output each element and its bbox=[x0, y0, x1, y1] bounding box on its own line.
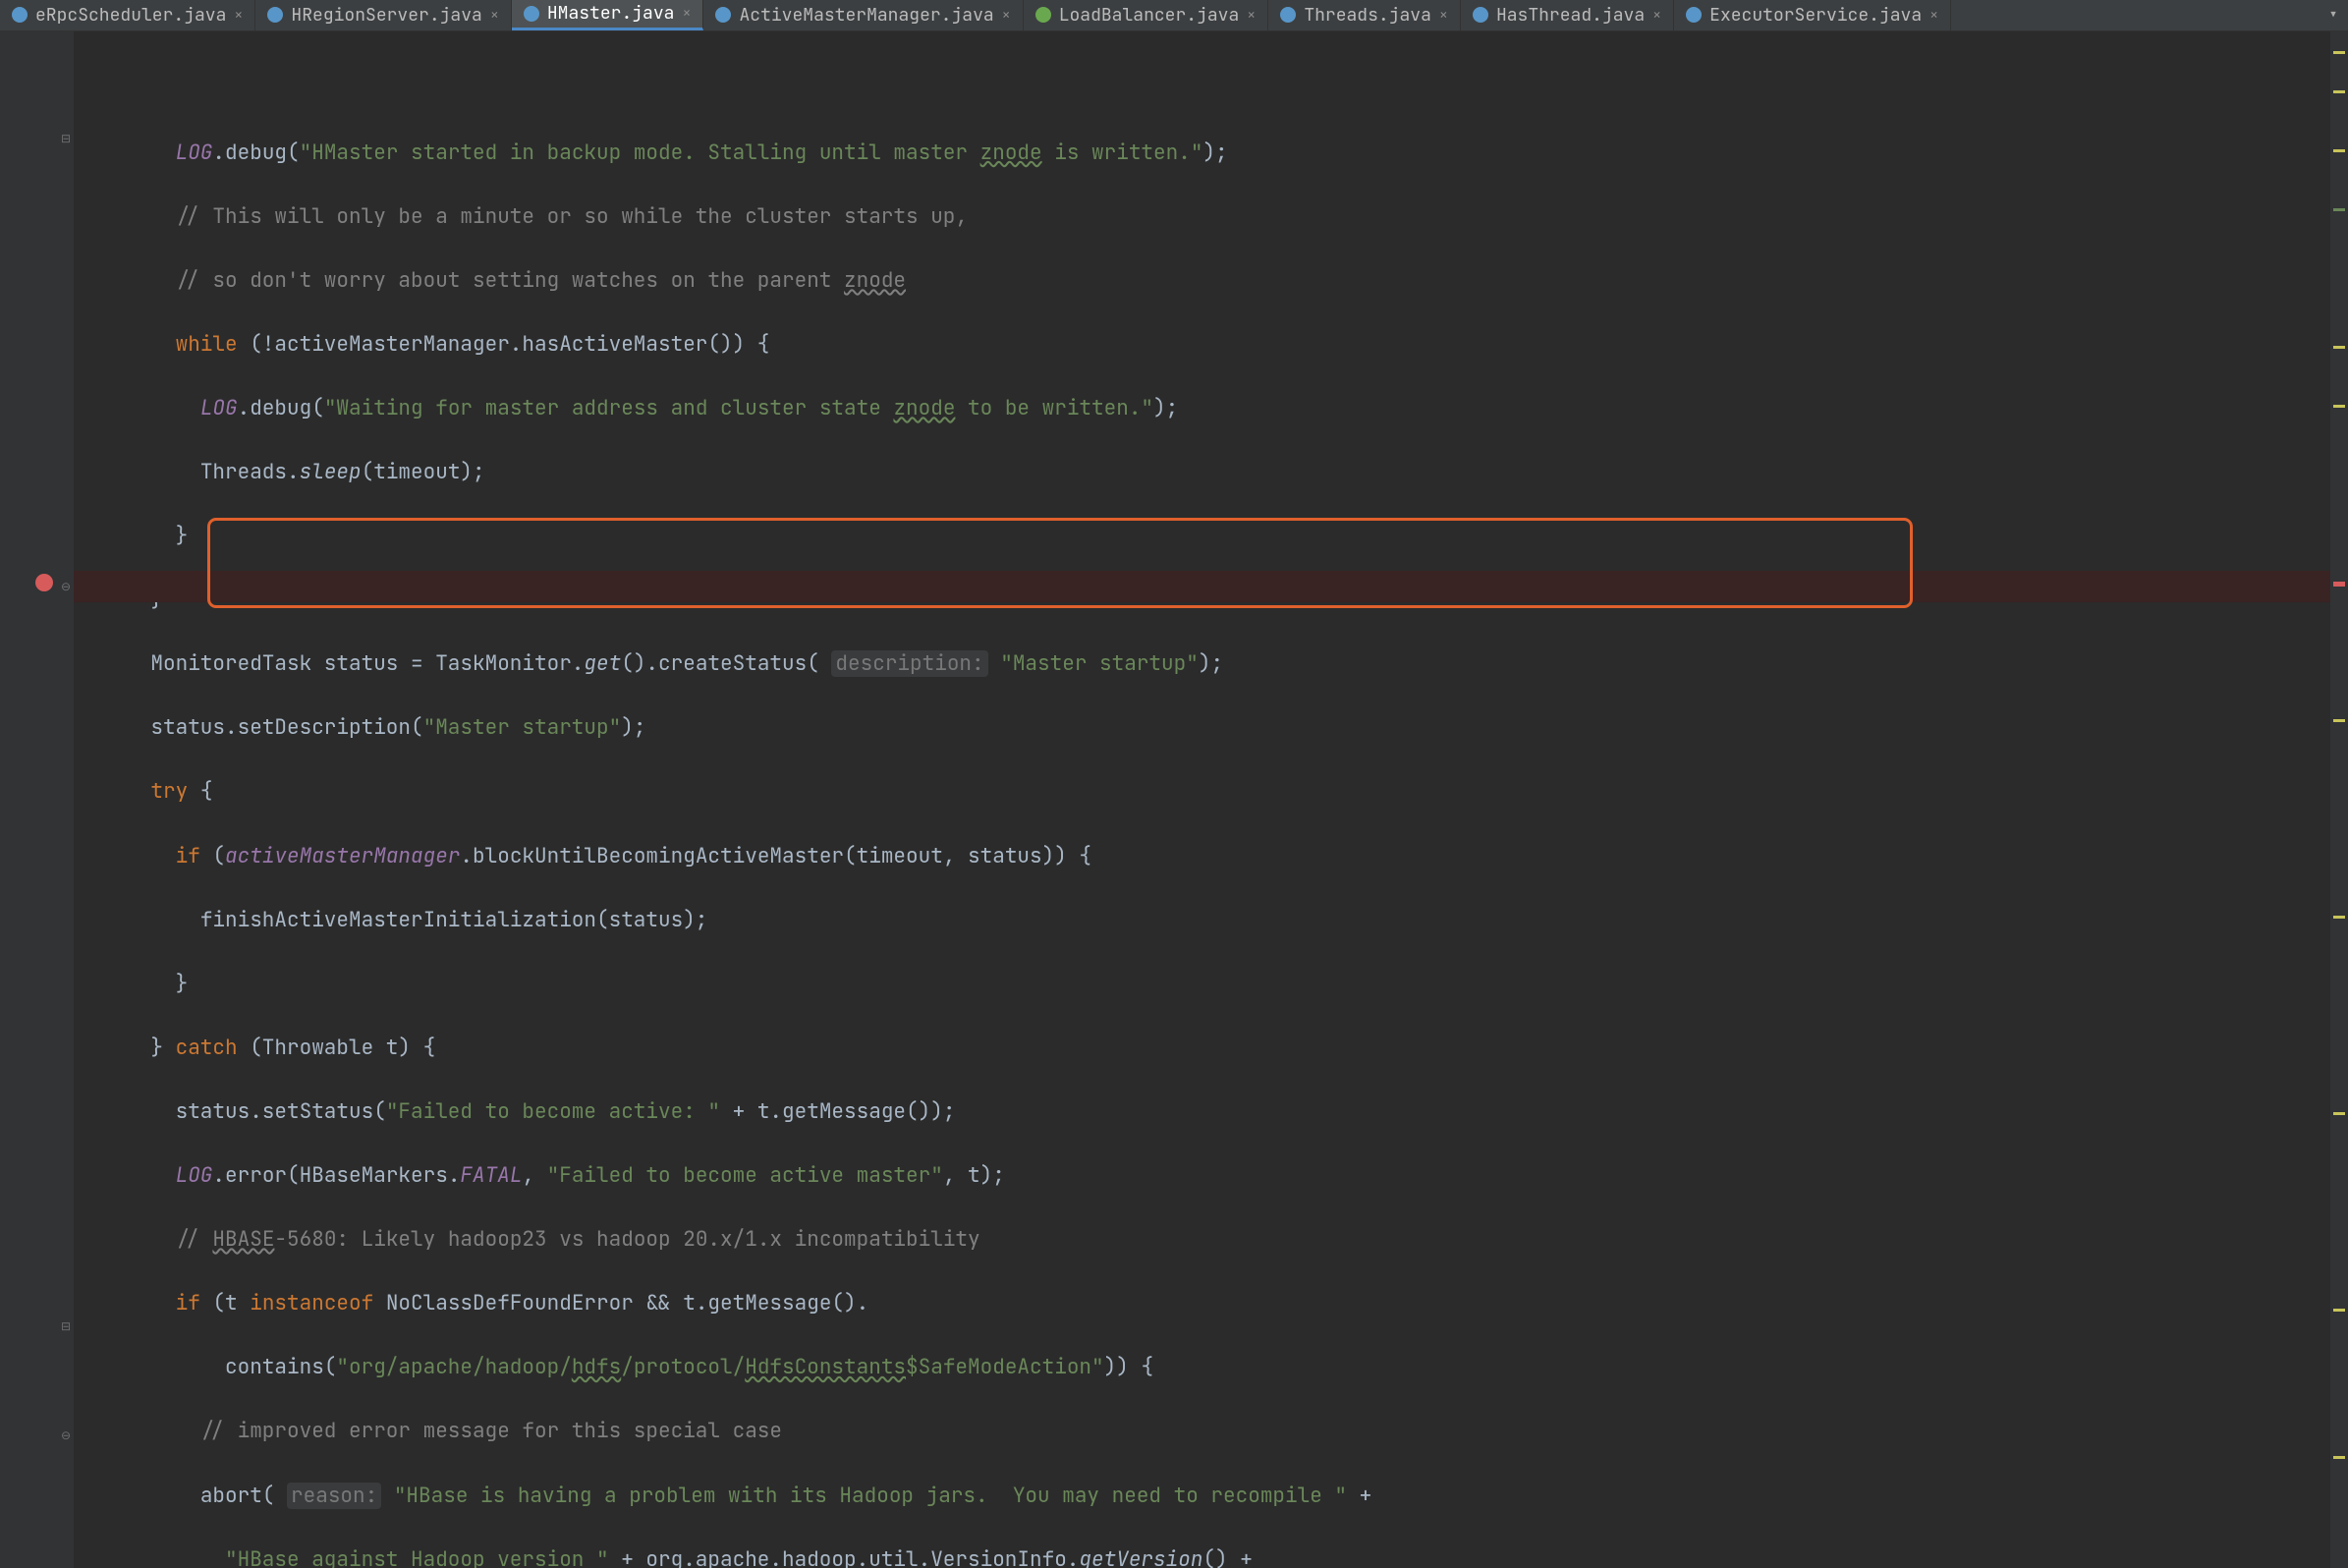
close-icon[interactable]: × bbox=[1652, 4, 1661, 27]
tab-label: Threads.java bbox=[1304, 2, 1431, 29]
warning-marker[interactable] bbox=[2333, 916, 2345, 919]
code-line: while (!activeMasterManager.hasActiveMas… bbox=[101, 329, 2330, 362]
class-icon bbox=[1280, 7, 1296, 23]
tab-label: HasThread.java bbox=[1496, 2, 1645, 29]
tab-hasthread[interactable]: HasThread.java × bbox=[1461, 0, 1674, 30]
fold-handle-icon[interactable]: ⊖ bbox=[61, 578, 71, 596]
code-line: // This will only be a minute or so whil… bbox=[101, 201, 2330, 234]
code-line: "HBase against Hadoop version " + org.ap… bbox=[101, 1544, 2330, 1568]
code-editor[interactable]: LOG.debug("HMaster started in backup mod… bbox=[74, 31, 2330, 1568]
editor-tabs-bar: eRpcScheduler.java× HRegionServer.java× … bbox=[0, 0, 2348, 31]
editor-area: ⊟ ⊖ ⊟ ⊖ LOG.debug("HMaster started in ba… bbox=[0, 31, 2348, 1568]
code-line: // so don't worry about setting watches … bbox=[101, 265, 2330, 298]
close-icon[interactable]: × bbox=[682, 2, 691, 25]
code-line: contains("org/apache/hadoop/hdfs/protoco… bbox=[101, 1352, 2330, 1384]
gutter[interactable]: ⊟ ⊖ ⊟ ⊖ bbox=[0, 31, 74, 1568]
warning-marker[interactable] bbox=[2333, 405, 2345, 408]
code-line: if (activeMasterManager.blockUntilBecomi… bbox=[101, 841, 2330, 873]
class-icon bbox=[715, 7, 731, 23]
warning-marker[interactable] bbox=[2333, 51, 2345, 54]
inlay-hint: reason: bbox=[287, 1483, 381, 1509]
warning-marker[interactable] bbox=[2333, 1112, 2345, 1115]
tab-label: ExecutorService.java bbox=[1709, 2, 1922, 29]
warning-marker[interactable] bbox=[2333, 90, 2345, 93]
close-icon[interactable]: × bbox=[1002, 4, 1011, 27]
tab-hregionserver[interactable]: HRegionServer.java × bbox=[255, 0, 511, 30]
code-line: status.setDescription("Master startup"); bbox=[101, 712, 2330, 745]
code-line: Threads.sleep(timeout); bbox=[101, 457, 2330, 489]
class-icon bbox=[12, 7, 28, 23]
tab-executorservice[interactable]: ExecutorService.java × bbox=[1674, 0, 1951, 30]
tab-label: HMaster.java bbox=[547, 0, 675, 28]
fold-handle-icon[interactable]: ⊟ bbox=[61, 130, 71, 148]
code-line: // improved error message for this speci… bbox=[101, 1416, 2330, 1448]
warning-marker[interactable] bbox=[2333, 719, 2345, 722]
interface-icon bbox=[1035, 7, 1051, 23]
tab-erpcscheduler[interactable]: eRpcScheduler.java × bbox=[0, 0, 255, 30]
tabs-overflow-icon[interactable]: ▾ bbox=[2319, 0, 2348, 30]
tab-activemastermanager[interactable]: ActiveMasterManager.java × bbox=[703, 0, 1023, 30]
code-line: } catch (Throwable t) { bbox=[101, 1033, 2330, 1065]
fold-handle-icon[interactable]: ⊟ bbox=[61, 1317, 71, 1336]
class-icon bbox=[1686, 7, 1702, 23]
close-icon[interactable]: × bbox=[1929, 4, 1938, 27]
code-line: } bbox=[101, 969, 2330, 1001]
code-line: finishActiveMasterInitialization(status)… bbox=[101, 905, 2330, 937]
close-icon[interactable]: × bbox=[490, 4, 499, 27]
class-icon bbox=[1473, 7, 1488, 23]
code-line: status.setStatus("Failed to become activ… bbox=[101, 1096, 2330, 1129]
code-line: MonitoredTask status = TaskMonitor.get()… bbox=[101, 648, 2330, 681]
tab-label: HRegionServer.java bbox=[291, 2, 481, 29]
ide-root: eRpcScheduler.java× HRegionServer.java× … bbox=[0, 0, 2348, 1568]
close-icon[interactable]: × bbox=[1439, 4, 1448, 27]
tab-threads[interactable]: Threads.java × bbox=[1268, 0, 1461, 30]
warning-marker[interactable] bbox=[2333, 346, 2345, 349]
tab-label: ActiveMasterManager.java bbox=[739, 2, 993, 29]
code-line: LOG.debug("Waiting for master address an… bbox=[101, 393, 2330, 425]
warning-marker[interactable] bbox=[2333, 1456, 2345, 1459]
warning-marker[interactable] bbox=[2333, 149, 2345, 152]
code-line: LOG.error(HBaseMarkers.FATAL, "Failed to… bbox=[101, 1160, 2330, 1193]
code-line: // HBASE-5680: Likely hadoop23 vs hadoop… bbox=[101, 1224, 2330, 1257]
inlay-hint: description: bbox=[831, 650, 987, 677]
breakpoint-icon[interactable] bbox=[35, 574, 53, 591]
class-icon bbox=[267, 7, 283, 23]
annotation-box bbox=[207, 518, 1913, 608]
info-marker[interactable] bbox=[2333, 208, 2345, 211]
error-marker[interactable] bbox=[2333, 582, 2345, 587]
warning-marker[interactable] bbox=[2333, 1309, 2345, 1312]
tab-hmaster[interactable]: HMaster.java × bbox=[512, 0, 704, 30]
class-icon bbox=[524, 6, 539, 22]
code-line: LOG.debug("HMaster started in backup mod… bbox=[101, 138, 2330, 170]
code-line: try { bbox=[101, 776, 2330, 809]
tab-loadbalancer[interactable]: LoadBalancer.java × bbox=[1024, 0, 1269, 30]
tab-label: LoadBalancer.java bbox=[1059, 2, 1240, 29]
marker-bar[interactable] bbox=[2330, 31, 2348, 1568]
tab-label: eRpcScheduler.java bbox=[35, 2, 226, 29]
code-line: if (t instanceof NoClassDefFoundError &&… bbox=[101, 1288, 2330, 1320]
code-line: abort( reason: "HBase is having a proble… bbox=[101, 1481, 2330, 1513]
fold-handle-icon[interactable]: ⊖ bbox=[61, 1427, 71, 1445]
close-icon[interactable]: × bbox=[1247, 4, 1256, 27]
close-icon[interactable]: × bbox=[234, 4, 243, 27]
